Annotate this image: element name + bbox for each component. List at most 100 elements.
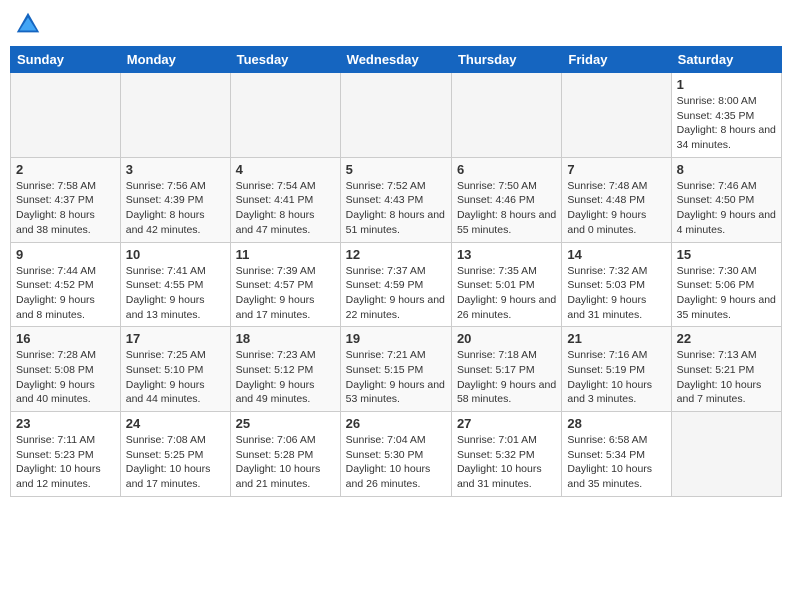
day-info: Sunrise: 7:08 AM Sunset: 5:25 PM Dayligh… [126,433,225,492]
week-row-2: 2 Sunrise: 7:58 AM Sunset: 4:37 PM Daylig… [11,157,782,242]
day-info: Sunrise: 7:32 AM Sunset: 5:03 PM Dayligh… [567,264,665,323]
calendar-cell: 12 Sunrise: 7:37 AM Sunset: 4:59 PM Dayli… [340,242,451,327]
day-number: 3 [126,162,225,177]
day-of-week-row: SundayMondayTuesdayWednesdayThursdayFrid… [11,47,782,73]
day-info: Sunrise: 7:18 AM Sunset: 5:17 PM Dayligh… [457,348,556,407]
week-row-5: 23 Sunrise: 7:11 AM Sunset: 5:23 PM Dayli… [11,412,782,497]
week-row-3: 9 Sunrise: 7:44 AM Sunset: 4:52 PM Daylig… [11,242,782,327]
calendar-cell: 23 Sunrise: 7:11 AM Sunset: 5:23 PM Dayli… [11,412,121,497]
week-row-1: 1 Sunrise: 8:00 AM Sunset: 4:35 PM Daylig… [11,73,782,158]
calendar-cell: 15 Sunrise: 7:30 AM Sunset: 5:06 PM Dayli… [671,242,781,327]
day-info: Sunrise: 7:06 AM Sunset: 5:28 PM Dayligh… [236,433,335,492]
calendar-cell: 18 Sunrise: 7:23 AM Sunset: 5:12 PM Dayli… [230,327,340,412]
day-info: Sunrise: 7:54 AM Sunset: 4:41 PM Dayligh… [236,179,335,238]
calendar-cell: 22 Sunrise: 7:13 AM Sunset: 5:21 PM Dayli… [671,327,781,412]
day-number: 13 [457,247,556,262]
calendar-cell: 14 Sunrise: 7:32 AM Sunset: 5:03 PM Dayli… [562,242,671,327]
day-info: Sunrise: 7:46 AM Sunset: 4:50 PM Dayligh… [677,179,776,238]
day-info: Sunrise: 7:16 AM Sunset: 5:19 PM Dayligh… [567,348,665,407]
calendar-cell: 4 Sunrise: 7:54 AM Sunset: 4:41 PM Daylig… [230,157,340,242]
day-info: Sunrise: 7:56 AM Sunset: 4:39 PM Dayligh… [126,179,225,238]
calendar-cell [562,73,671,158]
day-number: 1 [677,77,776,92]
calendar-cell: 17Sunrise: 7:25 AM Sunset: 5:10 PM Dayli… [120,327,230,412]
day-info: Sunrise: 6:58 AM Sunset: 5:34 PM Dayligh… [567,433,665,492]
calendar-cell: 24 Sunrise: 7:08 AM Sunset: 5:25 PM Dayli… [120,412,230,497]
day-info: Sunrise: 7:11 AM Sunset: 5:23 PM Dayligh… [16,433,115,492]
day-info: Sunrise: 7:21 AM Sunset: 5:15 PM Dayligh… [346,348,446,407]
calendar-cell: 9 Sunrise: 7:44 AM Sunset: 4:52 PM Daylig… [11,242,121,327]
calendar-cell: 11Sunrise: 7:39 AM Sunset: 4:57 PM Dayli… [230,242,340,327]
day-number: 12 [346,247,446,262]
week-row-4: 16 Sunrise: 7:28 AM Sunset: 5:08 PM Dayli… [11,327,782,412]
dow-header-tuesday: Tuesday [230,47,340,73]
day-number: 27 [457,416,556,431]
day-info: Sunrise: 7:28 AM Sunset: 5:08 PM Dayligh… [16,348,115,407]
calendar-cell: 27Sunrise: 7:01 AM Sunset: 5:32 PM Dayli… [451,412,561,497]
calendar-cell: 6 Sunrise: 7:50 AM Sunset: 4:46 PM Daylig… [451,157,561,242]
day-number: 28 [567,416,665,431]
day-number: 16 [16,331,115,346]
day-number: 10 [126,247,225,262]
day-info: Sunrise: 7:25 AM Sunset: 5:10 PM Dayligh… [126,348,225,407]
day-number: 19 [346,331,446,346]
calendar-table: SundayMondayTuesdayWednesdayThursdayFrid… [10,46,782,497]
day-info: Sunrise: 7:52 AM Sunset: 4:43 PM Dayligh… [346,179,446,238]
day-number: 5 [346,162,446,177]
calendar-cell: 19 Sunrise: 7:21 AM Sunset: 5:15 PM Dayli… [340,327,451,412]
page-header [10,10,782,38]
dow-header-wednesday: Wednesday [340,47,451,73]
logo [14,10,46,38]
day-info: Sunrise: 7:37 AM Sunset: 4:59 PM Dayligh… [346,264,446,323]
calendar-cell [451,73,561,158]
calendar-cell: 2 Sunrise: 7:58 AM Sunset: 4:37 PM Daylig… [11,157,121,242]
day-info: Sunrise: 7:44 AM Sunset: 4:52 PM Dayligh… [16,264,115,323]
calendar-cell: 20 Sunrise: 7:18 AM Sunset: 5:17 PM Dayli… [451,327,561,412]
day-number: 6 [457,162,556,177]
calendar-cell: 21 Sunrise: 7:16 AM Sunset: 5:19 PM Dayli… [562,327,671,412]
day-number: 15 [677,247,776,262]
calendar-cell [671,412,781,497]
day-info: Sunrise: 7:13 AM Sunset: 5:21 PM Dayligh… [677,348,776,407]
day-number: 26 [346,416,446,431]
day-info: Sunrise: 7:58 AM Sunset: 4:37 PM Dayligh… [16,179,115,238]
day-info: Sunrise: 7:23 AM Sunset: 5:12 PM Dayligh… [236,348,335,407]
day-number: 21 [567,331,665,346]
day-number: 8 [677,162,776,177]
day-number: 25 [236,416,335,431]
day-info: Sunrise: 7:41 AM Sunset: 4:55 PM Dayligh… [126,264,225,323]
day-number: 22 [677,331,776,346]
dow-header-friday: Friday [562,47,671,73]
day-number: 23 [16,416,115,431]
calendar-cell: 7 Sunrise: 7:48 AM Sunset: 4:48 PM Daylig… [562,157,671,242]
day-info: Sunrise: 7:30 AM Sunset: 5:06 PM Dayligh… [677,264,776,323]
calendar-cell: 3 Sunrise: 7:56 AM Sunset: 4:39 PM Daylig… [120,157,230,242]
day-number: 2 [16,162,115,177]
day-number: 4 [236,162,335,177]
day-number: 7 [567,162,665,177]
calendar-cell [11,73,121,158]
day-number: 9 [16,247,115,262]
day-info: Sunrise: 7:48 AM Sunset: 4:48 PM Dayligh… [567,179,665,238]
day-number: 24 [126,416,225,431]
calendar-cell [340,73,451,158]
dow-header-saturday: Saturday [671,47,781,73]
calendar-cell [120,73,230,158]
day-number: 14 [567,247,665,262]
calendar-cell [230,73,340,158]
calendar-cell: 1 Sunrise: 8:00 AM Sunset: 4:35 PM Daylig… [671,73,781,158]
logo-icon [14,10,42,38]
calendar-cell: 13 Sunrise: 7:35 AM Sunset: 5:01 PM Dayli… [451,242,561,327]
calendar-cell: 16 Sunrise: 7:28 AM Sunset: 5:08 PM Dayli… [11,327,121,412]
day-info: Sunrise: 7:50 AM Sunset: 4:46 PM Dayligh… [457,179,556,238]
day-info: Sunrise: 7:35 AM Sunset: 5:01 PM Dayligh… [457,264,556,323]
calendar-cell: 26Sunrise: 7:04 AM Sunset: 5:30 PM Dayli… [340,412,451,497]
day-number: 20 [457,331,556,346]
day-info: Sunrise: 7:39 AM Sunset: 4:57 PM Dayligh… [236,264,335,323]
day-number: 18 [236,331,335,346]
dow-header-monday: Monday [120,47,230,73]
day-info: Sunrise: 8:00 AM Sunset: 4:35 PM Dayligh… [677,94,776,153]
dow-header-sunday: Sunday [11,47,121,73]
calendar-body: 1 Sunrise: 8:00 AM Sunset: 4:35 PM Daylig… [11,73,782,497]
calendar-cell: 8 Sunrise: 7:46 AM Sunset: 4:50 PM Daylig… [671,157,781,242]
